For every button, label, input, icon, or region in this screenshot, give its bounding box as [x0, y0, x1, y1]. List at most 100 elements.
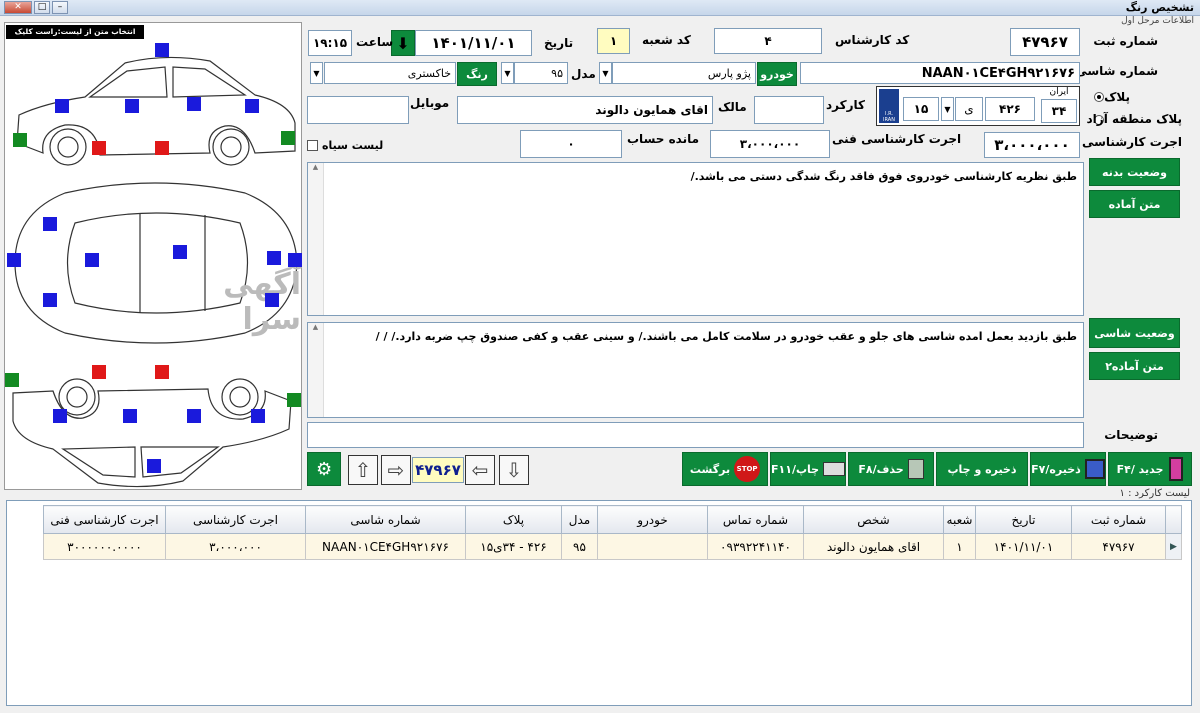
cell-phone[interactable]: ۰۹۳۹۲۲۴۱۱۴۰ [707, 533, 804, 560]
model-field[interactable]: ۹۵ [514, 62, 568, 84]
marker-top-2[interactable] [43, 293, 57, 307]
branch-code-field[interactable]: ۱ [597, 28, 630, 54]
reg-no-field[interactable]: ۴۷۹۶۷ [1010, 28, 1080, 56]
marker-bumper-rear-2[interactable] [287, 393, 301, 407]
marker-top-1[interactable] [43, 217, 57, 231]
marker-chassis-1[interactable] [92, 141, 106, 155]
col-header[interactable]: شماره ثبت [1071, 505, 1166, 534]
col-header[interactable]: شماره شاسی [305, 505, 466, 534]
color-dropdown[interactable]: ▼ [310, 62, 323, 84]
marker-top-trunk[interactable] [288, 253, 302, 267]
maximize-button[interactable]: □ [34, 1, 50, 14]
col-header[interactable]: اجرت کارشناسی فنی [43, 505, 166, 534]
time-field[interactable]: ۱۹:۱۵ [308, 30, 352, 56]
ready-text2-button[interactable]: متن آماده۲ [1089, 352, 1180, 380]
marker-side-1[interactable] [55, 99, 69, 113]
cell-reg-no[interactable]: ۴۷۹۶۷ [1071, 533, 1166, 560]
cell-branch[interactable]: ۱ [943, 533, 976, 560]
close-button[interactable]: ✕ [4, 1, 32, 14]
row-selector[interactable]: ▶ [1165, 533, 1182, 560]
print-button[interactable]: چاپ/F۱۱ [770, 452, 846, 486]
settings-button[interactable]: ⚙ [307, 452, 341, 486]
first-record-button[interactable]: ⇧ [348, 455, 378, 485]
fee-field[interactable]: ۳،۰۰۰،۰۰۰ [984, 132, 1080, 158]
plate-radio[interactable] [1094, 92, 1104, 102]
delete-button[interactable]: حذف/F۸ [848, 452, 934, 486]
plate-series-field[interactable]: ۱۵ [903, 97, 939, 121]
cell-plate[interactable]: ۴۲۶ - ۳۴ی۱۵ [465, 533, 562, 560]
col-header[interactable]: اجرت کارشناسی [165, 505, 306, 534]
body-status-textarea[interactable]: ▲ طبق نظریه کارشناسی خودروی فوق فاقد رنگ… [307, 162, 1084, 316]
col-header[interactable]: شعبه [943, 505, 976, 534]
scrollbar[interactable]: ▲ [308, 163, 324, 315]
marker-side-3[interactable] [187, 97, 201, 111]
mileage-field[interactable] [754, 96, 824, 124]
vehicle-dropdown[interactable]: ▼ [599, 62, 612, 84]
save-print-button[interactable]: ذخیره و چاپ [936, 452, 1028, 486]
plate-letter-dropdown[interactable]: ▼ [941, 97, 954, 121]
tech-fee-field[interactable]: ۳،۰۰۰،۰۰۰ [710, 130, 830, 158]
marker-top-hood[interactable] [7, 253, 21, 267]
plate-number-field[interactable]: ۴۲۶ [985, 97, 1035, 121]
marker-top-3[interactable] [265, 293, 279, 307]
balance-field[interactable]: ۰ [520, 130, 622, 158]
cell-date[interactable]: ۱۴۰۱/۱۱/۰۱ [975, 533, 1072, 560]
cell-person[interactable]: اقای همایون دالوند [803, 533, 944, 560]
description-field[interactable] [307, 422, 1084, 448]
body-status-button[interactable]: وضعیت بدنه [1089, 158, 1180, 186]
date-picker-button[interactable]: ⬇ [391, 30, 415, 56]
marker-chassis-2[interactable] [155, 141, 169, 155]
col-header[interactable]: تاریخ [975, 505, 1072, 534]
expert-code-field[interactable]: ۴ [714, 28, 822, 54]
return-button[interactable]: STOP برگشت [682, 452, 768, 486]
color-field[interactable]: خاکستری [324, 62, 456, 84]
color-button[interactable]: رنگ [457, 62, 497, 86]
vehicle-button[interactable]: خودرو [757, 62, 797, 86]
cell-fee[interactable]: ۳،۰۰۰،۰۰۰ [165, 533, 306, 560]
marker-side-8[interactable] [251, 409, 265, 423]
chassis-status-button[interactable]: وضعیت شاسی [1089, 318, 1180, 348]
prev-record-button[interactable]: ⇨ [381, 455, 411, 485]
marker-bumper-rear-1[interactable] [281, 131, 295, 145]
ready-text-button[interactable]: متن آماده [1089, 190, 1180, 218]
minimize-button[interactable]: – [52, 1, 68, 14]
marker-top-roof[interactable] [173, 245, 187, 259]
vehicle-field[interactable]: پژو پارس [612, 62, 756, 84]
cell-chassis[interactable]: NAAN۰۱CE۴GH۹۲۱۶۷۶ [305, 533, 466, 560]
cell-vehicle[interactable] [597, 533, 708, 560]
col-header[interactable]: شخص [803, 505, 944, 534]
last-record-button[interactable]: ⇩ [499, 455, 529, 485]
marker-side-4[interactable] [245, 99, 259, 113]
records-grid[interactable]: شماره ثبت تاریخ شعبه شخص شماره تماس خودر… [6, 500, 1192, 706]
cell-tech-fee[interactable]: ۳۰۰۰۰۰۰.۰۰۰۰ [43, 533, 166, 560]
blacklist-checkbox[interactable] [307, 140, 318, 151]
chassis-status-textarea[interactable]: ▲ طبق بازدید بعمل امده شاسی های جلو و عق… [307, 322, 1084, 418]
marker-bumper-front-1[interactable] [13, 133, 27, 147]
marker-roof-top[interactable] [155, 43, 169, 57]
marker-bottom-roof[interactable] [147, 459, 161, 473]
col-header[interactable]: شماره تماس [707, 505, 804, 534]
owner-field[interactable]: اقای همایون دالوند [457, 96, 713, 124]
mobile-field[interactable] [307, 96, 409, 124]
plate-region-field[interactable]: ۳۴ [1041, 99, 1077, 123]
new-button[interactable]: جدید /F۴ [1108, 452, 1192, 486]
model-dropdown[interactable]: ▼ [501, 62, 514, 84]
col-header[interactable]: پلاک [465, 505, 562, 534]
marker-top-windshield[interactable] [85, 253, 99, 267]
marker-bumper-front-2[interactable] [5, 373, 19, 387]
col-header[interactable]: مدل [561, 505, 598, 534]
marker-side-5[interactable] [53, 409, 67, 423]
marker-top-rear-glass[interactable] [267, 251, 281, 265]
marker-side-7[interactable] [187, 409, 201, 423]
marker-chassis-4[interactable] [155, 365, 169, 379]
chassis-field[interactable]: NAAN۰۱CE۴GH۹۲۱۶۷۶ [800, 62, 1080, 84]
table-row[interactable]: ▶ ۴۷۹۶۷ ۱۴۰۱/۱۱/۰۱ ۱ اقای همایون دالوند … [43, 533, 1182, 560]
save-button[interactable]: ذخیره/F۷ [1030, 452, 1106, 486]
scrollbar[interactable]: ▲ [308, 323, 324, 417]
plate-letter-field[interactable]: ی [955, 97, 983, 121]
col-header[interactable]: خودرو [597, 505, 708, 534]
marker-side-2[interactable] [125, 99, 139, 113]
cell-model[interactable]: ۹۵ [561, 533, 598, 560]
date-field[interactable]: ۱۴۰۱/۱۱/۰۱ [415, 30, 532, 56]
marker-side-6[interactable] [123, 409, 137, 423]
